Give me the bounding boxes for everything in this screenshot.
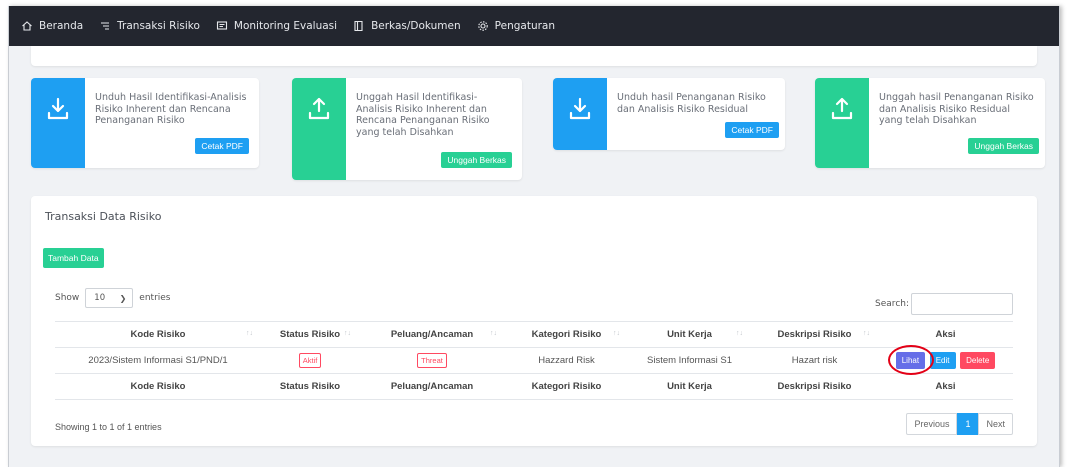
card-icon-box [815,78,869,168]
sort-icon: ↑↓ [246,330,253,337]
cetak-pdf-button[interactable]: Cetak PDF [195,138,249,154]
next-page-button[interactable]: Next [978,413,1013,435]
entries-label: entries [139,293,171,303]
nav-label: Berkas/Dokumen [371,20,461,32]
upload-icon [831,97,853,120]
lihat-wrapper: Lihat [887,345,934,375]
cell-aksi: Lihat Edit Delete [878,345,1013,375]
sort-icon: ↑↓ [344,330,351,337]
sort-icon: ↑↓ [613,330,620,337]
card-icon-box [31,78,85,168]
footer-header: Status Risiko [261,373,359,400]
chevron-down-icon: ❯ [119,293,127,303]
search-label: Search: [875,299,909,309]
unggah-berkas-button[interactable]: Unggah Berkas [968,138,1039,154]
lihat-button[interactable]: Lihat [895,352,926,369]
card-description: Unduh Hasil Identifikasi-Analisis Risiko… [95,92,247,126]
card-description: Unduh hasil Penanganan Risiko dan Analis… [617,92,766,115]
column-header[interactable]: Peluang/Ancaman ↑↓ [359,321,505,348]
footer-header: Aksi [878,373,1013,400]
cell-unit-kerja: Sistem Informasi S1 [628,347,751,374]
card-icon-box [292,78,346,180]
card-description: Unggah Hasil Identifikasi-Analisis Risik… [356,92,490,138]
download-icon [47,97,69,120]
footer-header: Deskripsi Risiko [751,373,878,400]
column-header[interactable]: Unit Kerja ↑↓ [628,321,751,348]
sort-icon: ↑↓ [863,330,870,337]
panel-title: Transaksi Data Risiko [45,210,162,223]
delete-button[interactable]: Delete [960,352,996,369]
search-input[interactable] [911,293,1013,315]
edit-button[interactable]: Edit [929,352,956,369]
risk-table: Kode Risiko ↑↓ Status Risiko ↑↓ Peluang/An… [55,321,1013,400]
card-unggah-inherent: Unggah Hasil Identifikasi-Analisis Risik… [292,78,522,180]
column-header[interactable]: Status Risiko ↑↓ [261,321,359,348]
peluang-badge: Threat [417,353,447,368]
entries-length-control: Show 10 ❯ entries [55,288,171,308]
footer-header: Peluang/Ancaman [359,373,505,400]
card-icon-box [553,78,607,150]
upload-icon [308,97,330,120]
cetak-pdf-button[interactable]: Cetak PDF [725,122,779,138]
card-unduh-residual: Unduh hasil Penanganan Risiko dan Analis… [553,78,785,150]
card-description: Unggah hasil Penanganan Risiko dan Anali… [879,92,1034,126]
status-badge: Aktif [298,353,322,368]
cell-kategori: Hazzard Risk [505,347,628,374]
top-navbar: Beranda Transaksi Risiko Monitoring Eval… [9,6,1059,46]
footer-header: Kategori Risiko [505,373,628,400]
previous-page-button[interactable]: Previous [906,413,958,435]
unggah-berkas-button[interactable]: Unggah Berkas [441,152,512,168]
entries-select[interactable]: 10 ❯ [85,288,134,308]
pagination: Previous 1 Next [906,413,1013,435]
book-icon [354,20,363,32]
gear-icon [477,21,488,31]
search-control: Search: [875,293,1013,315]
nav-item-pengaturan[interactable]: Pengaturan [477,20,555,32]
footer-header: Kode Risiko [55,373,261,400]
tambah-data-button[interactable]: Tambah Data [43,248,104,268]
nav-label: Pengaturan [494,20,556,32]
top-strip [31,46,1037,66]
cell-deskripsi: Hazart risk [751,347,878,374]
column-header[interactable]: Kode Risiko ↑↓ [55,321,261,348]
card-unggah-residual: Unggah hasil Penanganan Risiko dan Anali… [815,78,1045,168]
show-label: Show [55,293,80,303]
sort-icon: ↑↓ [490,330,497,337]
card-unduh-inherent: Unduh Hasil Identifikasi-Analisis Risiko… [31,78,259,168]
home-icon [22,21,32,31]
app-frame: Beranda Transaksi Risiko Monitoring Eval… [8,6,1060,467]
nav-item-monitoring-evaluasi[interactable]: Monitoring Evaluasi [216,20,337,32]
monitor-icon [216,21,227,30]
table-header-row: Kode Risiko ↑↓ Status Risiko ↑↓ Peluang/An… [55,321,1013,348]
column-header[interactable]: Kategori Risiko ↑↓ [505,321,628,348]
table-row: 2023/Sistem Informasi S1/PND/1 Aktif Thr… [55,345,1013,375]
table-info: Showing 1 to 1 of 1 entries [55,422,162,432]
column-header[interactable]: Deskripsi Risiko ↑↓ [751,321,878,348]
nav-label: Monitoring Evaluasi [233,20,338,32]
nav-label: Transaksi Risiko [117,20,200,32]
nav-item-beranda[interactable]: Beranda [21,20,83,32]
list-icon [101,22,110,30]
sort-icon: ↑↓ [736,330,743,337]
table-footer-row: Kode Risiko Status Risiko Peluang/Ancama… [55,373,1013,400]
footer-header: Unit Kerja [628,373,751,400]
nav-item-berkas-dokumen[interactable]: Berkas/Dokumen [353,20,461,32]
cell-kode-risiko: 2023/Sistem Informasi S1/PND/1 [55,347,261,374]
transaksi-data-panel: Transaksi Data Risiko Tambah Data Show 1… [31,196,1037,446]
nav-label: Beranda [39,20,84,32]
column-header: Aksi [878,321,1013,348]
download-icon [569,97,591,120]
entries-value: 10 [94,293,106,303]
nav-item-transaksi-risiko[interactable]: Transaksi Risiko [99,20,200,32]
page-1-button[interactable]: 1 [957,413,979,435]
